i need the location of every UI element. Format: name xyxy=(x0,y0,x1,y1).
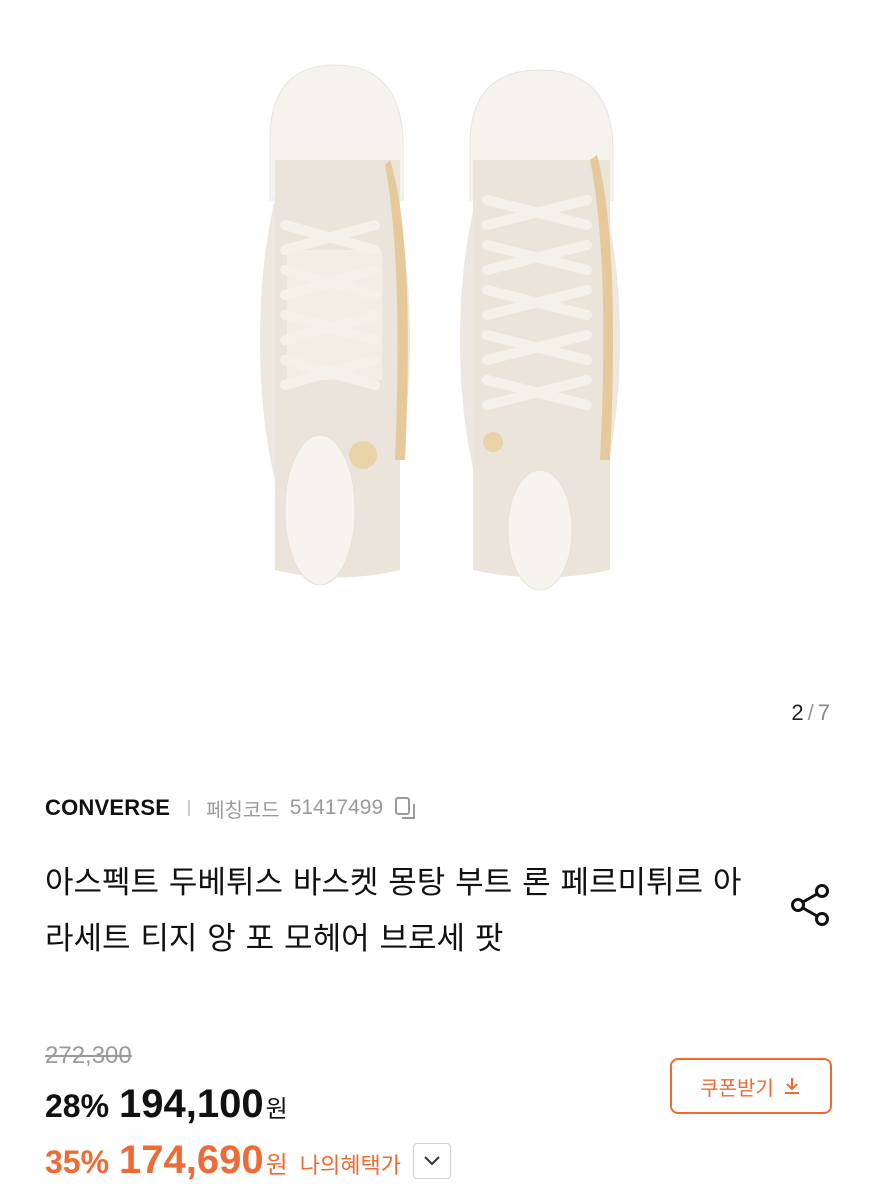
product-image xyxy=(260,64,620,591)
meta-divider xyxy=(188,800,191,816)
total-pages: 7 xyxy=(817,700,830,725)
share-icon[interactable] xyxy=(788,882,834,928)
sale-discount-percent: 28% xyxy=(45,1088,110,1124)
product-image-gallery[interactable]: 2/7 xyxy=(0,0,875,750)
original-price: 272,300 xyxy=(45,1042,132,1069)
benefit-details-toggle[interactable] xyxy=(412,1142,451,1179)
product-title: 아스펙트 두베튀스 바스켓 몽탕 부트 론 페르미튀르 아 라세트 티지 앙 포… xyxy=(45,865,742,957)
benefit-discount-percent: 35% xyxy=(45,1144,110,1180)
product-code-label: 페칭코드 xyxy=(206,797,280,822)
product-code-value: 51417499 xyxy=(289,796,384,819)
brand-name[interactable]: CONVERSE xyxy=(45,795,170,821)
coupon-button-label: 쿠폰받기 xyxy=(700,1075,774,1100)
chevron-down-icon xyxy=(424,1155,440,1165)
copy-icon[interactable] xyxy=(393,795,419,821)
sale-currency: 원 xyxy=(265,1095,288,1123)
benefit-currency: 원 xyxy=(265,1151,288,1179)
page-separator: / xyxy=(807,700,814,725)
benefit-price: 174,690 xyxy=(119,1138,264,1182)
current-page: 2 xyxy=(791,700,804,725)
sale-price: 194,100 xyxy=(119,1082,264,1126)
product-meta-row: CONVERSE 페칭코드 51417499 xyxy=(45,792,419,824)
benefit-price-label: 나의혜택가 xyxy=(299,1154,401,1179)
sale-price-row: 28% 194,100 원 xyxy=(45,1082,288,1127)
benefit-price-row: 35% 174,690 원 나의혜택가 xyxy=(45,1138,451,1183)
download-icon xyxy=(784,1078,799,1094)
coupon-download-button[interactable]: 쿠폰받기 xyxy=(670,1058,832,1114)
image-page-counter: 2/7 xyxy=(791,700,830,726)
